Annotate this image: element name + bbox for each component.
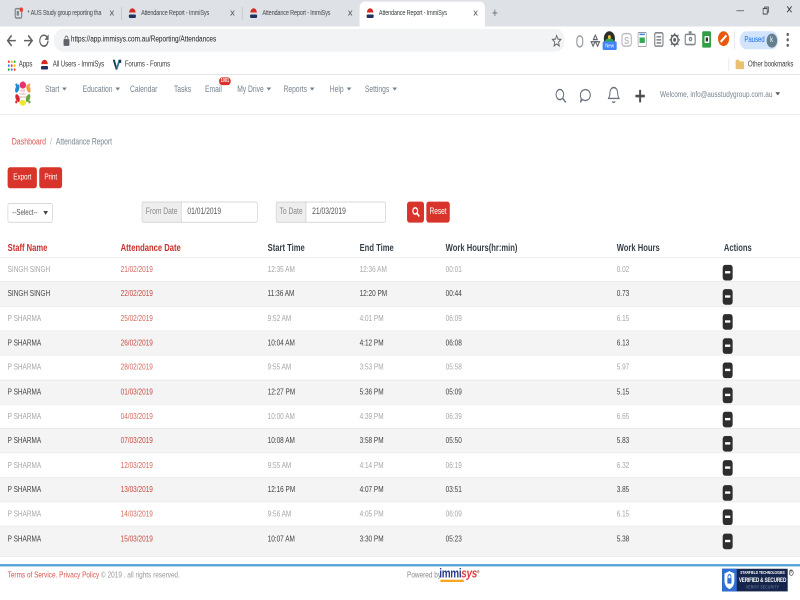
svg-text:GROUP: GROUP: [19, 96, 27, 99]
